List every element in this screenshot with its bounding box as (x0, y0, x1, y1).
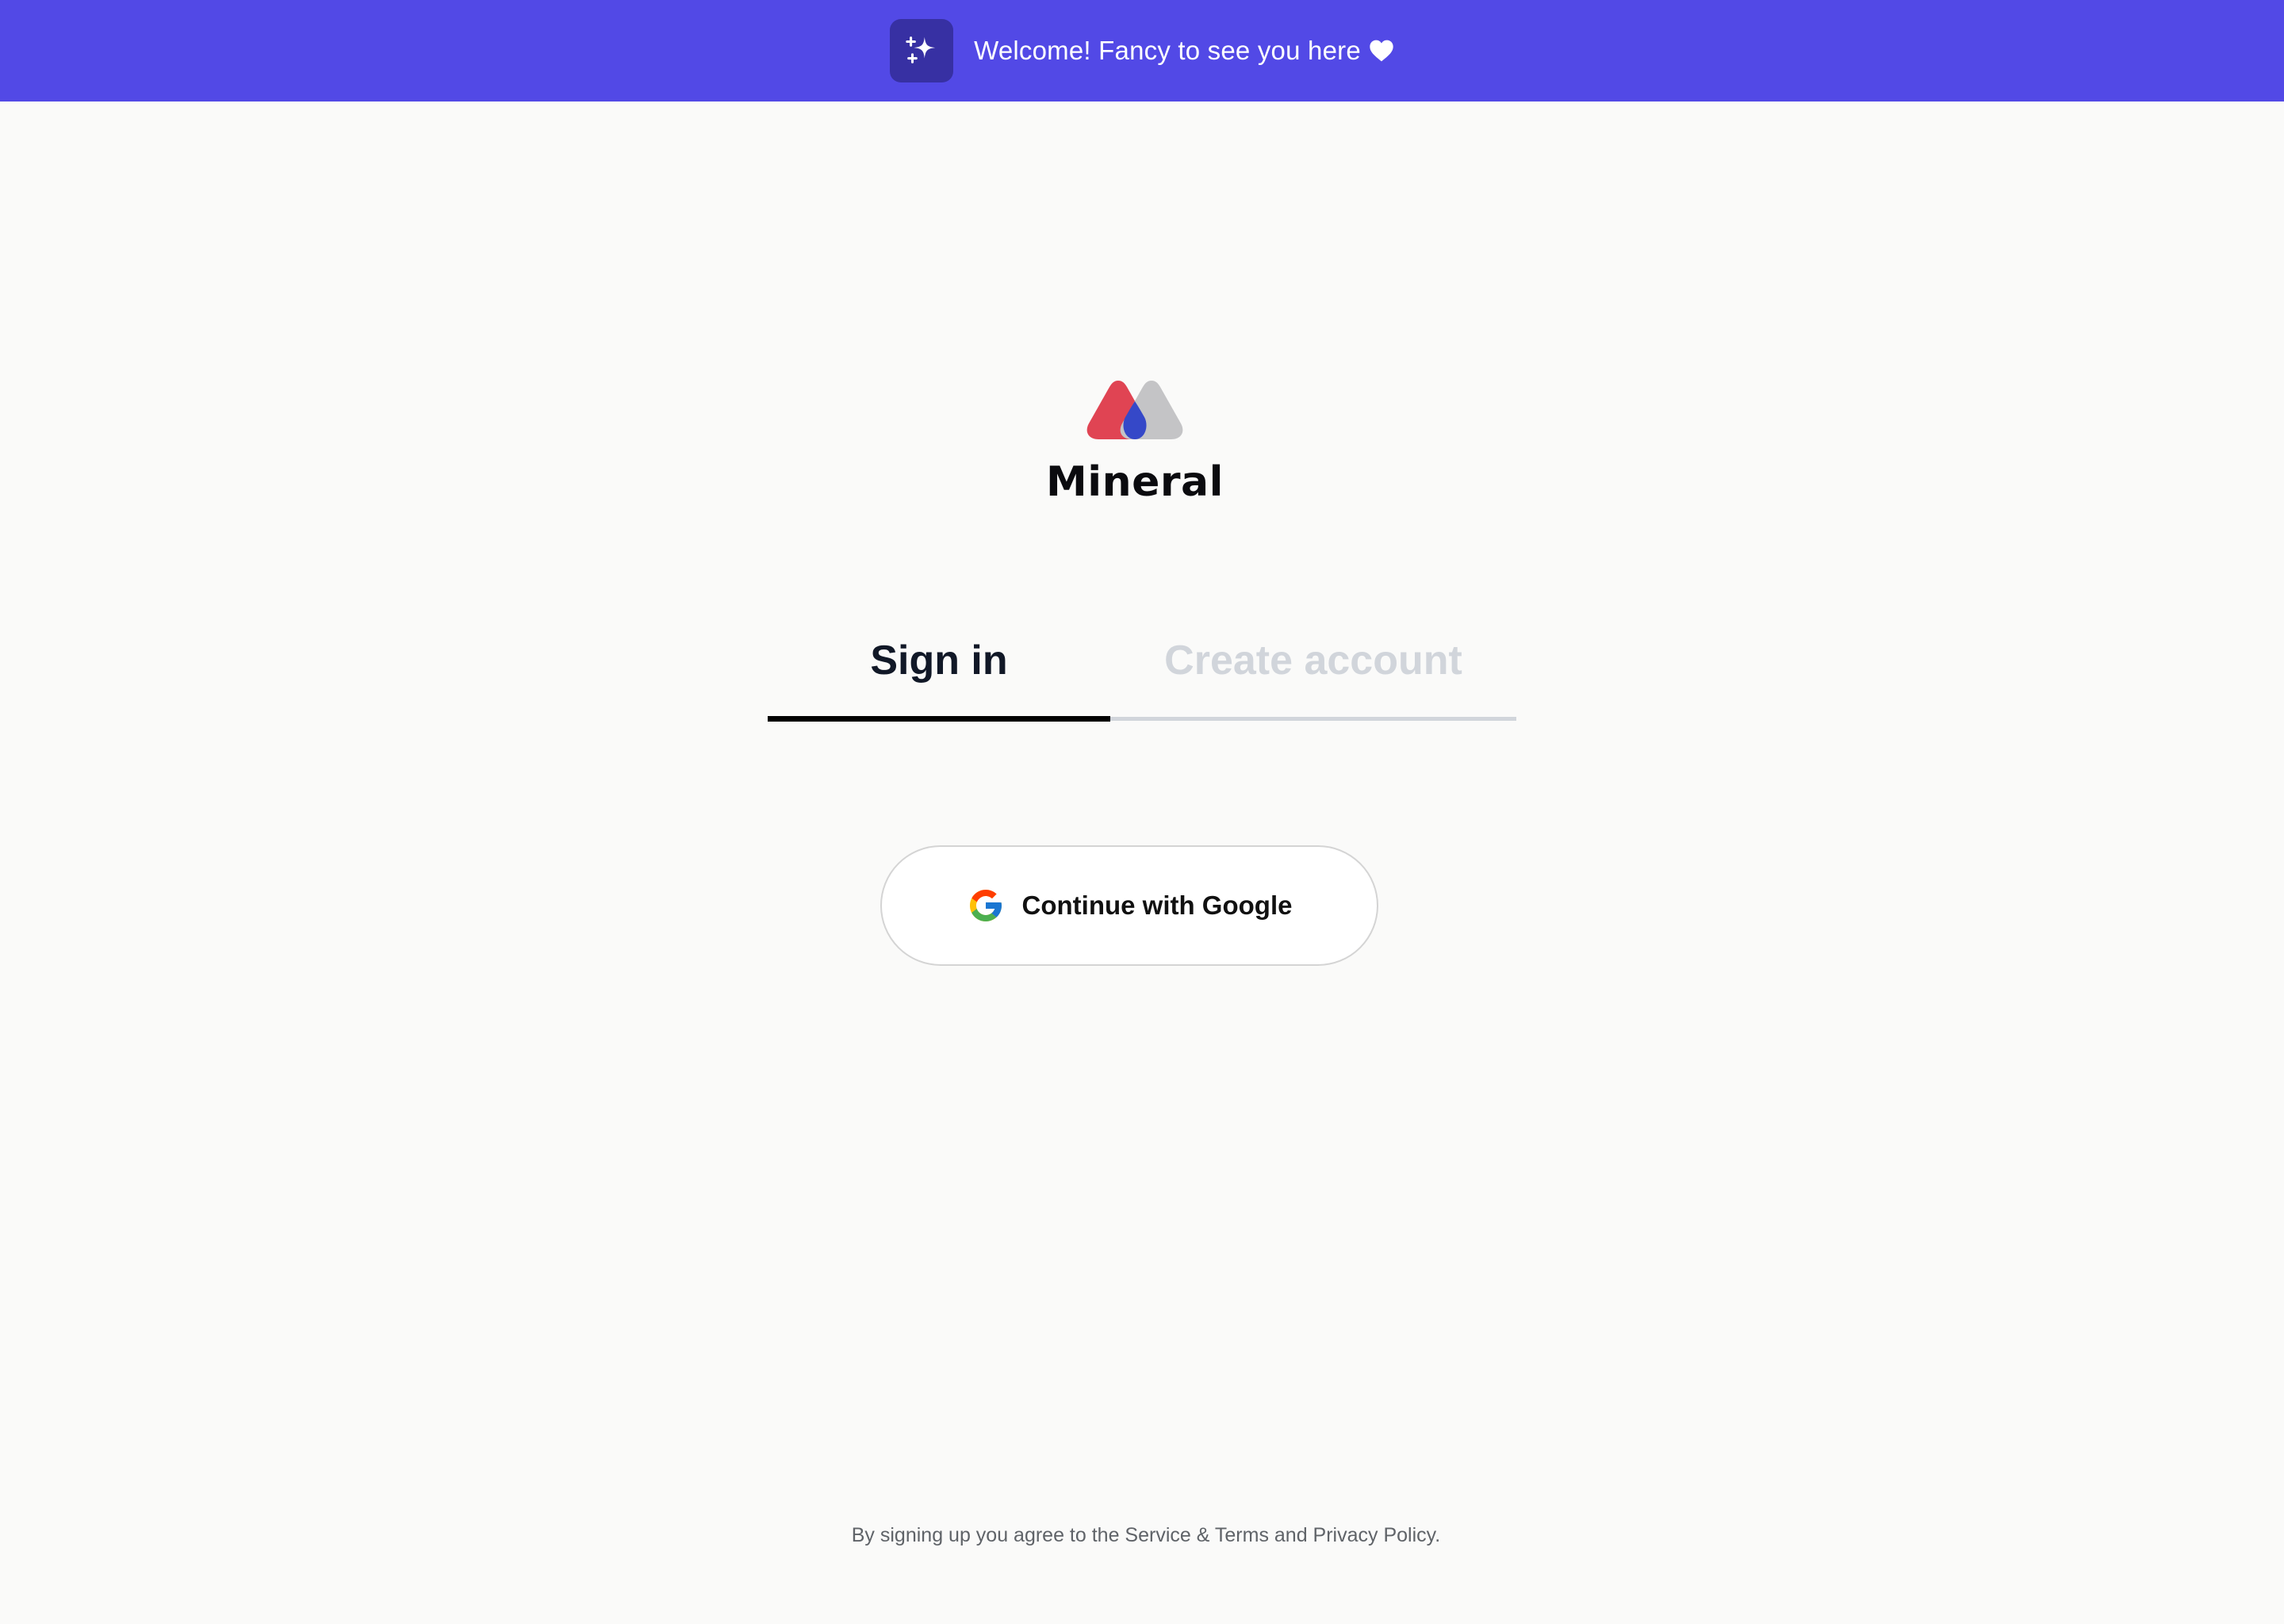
tab-sign-in[interactable]: Sign in (768, 603, 1110, 718)
mineral-logo-icon (1086, 379, 1184, 441)
heart-icon (1369, 39, 1394, 63)
banner-message: Welcome! Fancy to see you here (974, 36, 1394, 66)
tab-active-indicator (768, 716, 1110, 722)
google-button-label: Continue with Google (1021, 891, 1293, 920)
brand-name: Mineral (1046, 458, 1224, 506)
welcome-banner: Welcome! Fancy to see you here (0, 0, 2284, 102)
sparkles-icon (890, 19, 954, 82)
tab-create-account[interactable]: Create account (1110, 603, 1516, 718)
banner-content: Welcome! Fancy to see you here (890, 19, 1394, 82)
terms-notice: By signing up you agree to the Service &… (851, 1524, 1441, 1546)
brand-header: Mineral (0, 379, 2284, 506)
banner-message-text: Welcome! Fancy to see you here (974, 36, 1361, 65)
google-icon (967, 887, 1005, 925)
auth-tabs: Sign in Create account (768, 603, 1516, 723)
continue-with-google-button[interactable]: Continue with Google (880, 845, 1378, 966)
